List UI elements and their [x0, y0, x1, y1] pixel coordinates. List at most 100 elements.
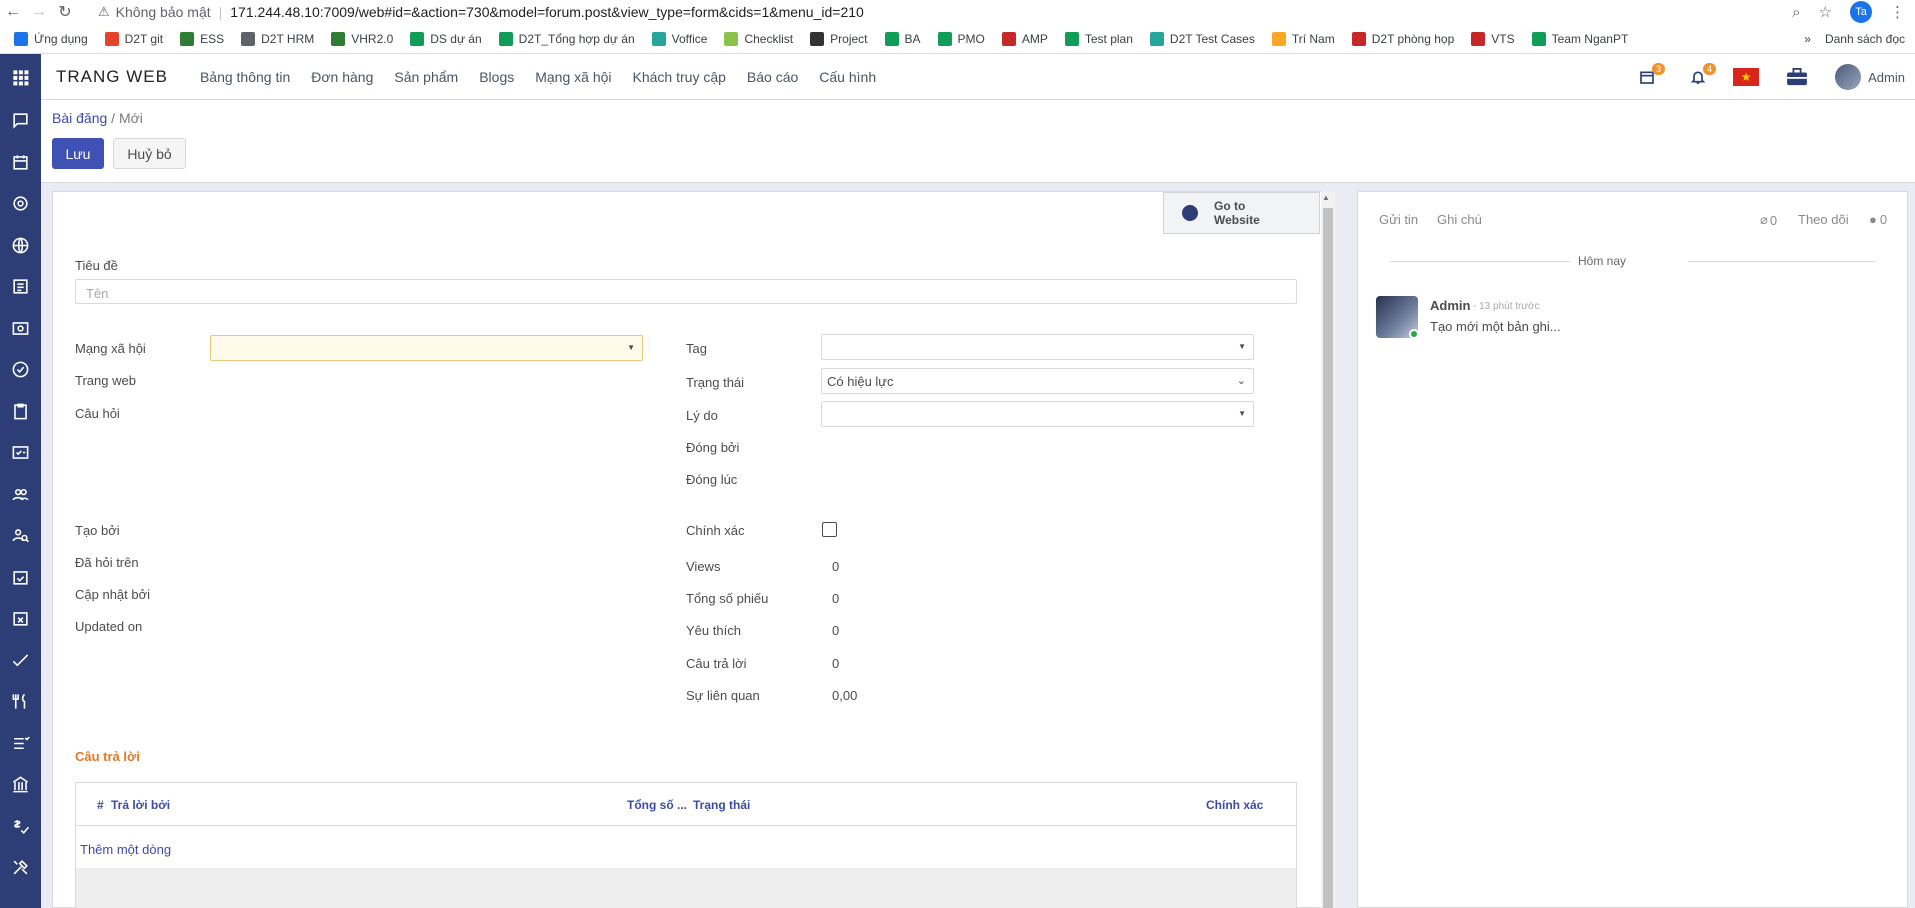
bookmark-item[interactable]: D2T phòng họp: [1351, 31, 1454, 46]
title-input[interactable]: Tên: [75, 279, 1297, 304]
settings-tools-icon[interactable]: [0, 847, 41, 889]
bookmark-item[interactable]: D2T_Tổng hợp dự án: [498, 31, 635, 46]
accurate-checkbox[interactable]: [822, 522, 837, 537]
menu-dashboard[interactable]: Bảng thông tin: [200, 69, 290, 85]
vietnam-flag-icon[interactable]: ★: [1733, 68, 1760, 86]
bookmark-item[interactable]: D2T git: [104, 31, 163, 46]
url-input[interactable]: 171.244.48.10:7009/web#id=&action=730&mo…: [230, 4, 864, 20]
blog-icon[interactable]: [0, 266, 41, 308]
briefcase-icon[interactable]: [1786, 68, 1808, 86]
column-answered-by[interactable]: Trả lời bởi: [111, 798, 170, 812]
log-note-button[interactable]: Ghi chú: [1437, 212, 1482, 227]
menu-orders[interactable]: Đơn hàng: [311, 69, 373, 85]
user-avatar[interactable]: [1835, 64, 1862, 90]
state-chevron-icon: ⌄: [1236, 375, 1246, 387]
menu-visitors[interactable]: Khách truy cập: [633, 69, 726, 85]
menu-blogs[interactable]: Blogs: [479, 69, 514, 85]
shield-icon: [180, 31, 195, 46]
recruitment-icon[interactable]: [0, 515, 41, 557]
apps-menu-icon[interactable]: [0, 54, 41, 100]
reading-list-button[interactable]: Danh sách đọc: [1825, 32, 1905, 46]
lunch-icon[interactable]: [0, 681, 41, 723]
attachments-button[interactable]: ⌀ 0: [1760, 212, 1777, 228]
column-state[interactable]: Trạng thái: [693, 798, 750, 812]
followers-button[interactable]: ● 0: [1869, 212, 1887, 227]
menu-products[interactable]: Sản phẩm: [394, 69, 458, 85]
column-total-votes[interactable]: Tổng số ...: [627, 798, 687, 812]
sales-icon[interactable]: [0, 308, 41, 350]
cancel-button[interactable]: Huỷ bỏ: [113, 138, 186, 169]
forward-icon[interactable]: →: [26, 3, 52, 21]
warning-icon[interactable]: ⚠: [98, 4, 110, 20]
profile-avatar[interactable]: Ta: [1850, 1, 1872, 23]
column-hash[interactable]: #: [97, 798, 104, 812]
bookmark-item[interactable]: DS dự án: [410, 31, 482, 46]
followers-count: 0: [1879, 212, 1888, 227]
browser-menu-icon[interactable]: ⋮: [1890, 3, 1905, 21]
save-button[interactable]: Lưu: [52, 138, 104, 169]
calendar-icon[interactable]: [0, 142, 41, 184]
invoicing-icon[interactable]: [0, 806, 41, 848]
approvals-icon[interactable]: [0, 640, 41, 682]
back-icon[interactable]: ←: [0, 3, 26, 21]
go-to-website-button[interactable]: Go to Website: [1163, 192, 1320, 234]
user-name[interactable]: Admin: [1868, 70, 1905, 85]
leave-icon[interactable]: [0, 598, 41, 640]
tag-select[interactable]: ▼: [821, 334, 1254, 360]
reason-select[interactable]: ▼: [821, 401, 1254, 427]
bookmark-item[interactable]: ESS: [180, 31, 224, 46]
email-marketing-icon[interactable]: [0, 183, 41, 225]
form-scrollbar-thumb[interactable]: [1323, 208, 1333, 908]
bookmark-item[interactable]: VTS: [1471, 31, 1515, 46]
app-brand[interactable]: TRANG WEB: [56, 67, 168, 87]
bookmark-item[interactable]: Voffice: [651, 31, 707, 46]
bookmark-label: VHR2.0: [351, 31, 394, 46]
bookmark-item[interactable]: AMP: [1001, 31, 1048, 46]
scroll-up-arrow-icon[interactable]: ▲: [1322, 193, 1330, 202]
views-value: 0: [832, 559, 840, 574]
message-author[interactable]: Admin: [1430, 298, 1470, 313]
star-icon[interactable]: ☆: [1819, 3, 1832, 21]
bookmark-item[interactable]: Checklist: [724, 31, 793, 46]
control-panel: Bài đăng / Mới Lưu Huỷ bỏ: [41, 100, 1915, 183]
follow-button[interactable]: Theo dõi: [1798, 212, 1849, 227]
discuss-icon[interactable]: [0, 100, 41, 142]
clipboard-icon[interactable]: [0, 391, 41, 433]
zoom-icon[interactable]: ⌕: [1792, 4, 1800, 21]
asked-on-label: Đã hỏi trên: [75, 555, 139, 570]
answers-table: # Trả lời bởi Tổng số ... Trạng thái Chí…: [75, 782, 1297, 908]
send-message-button[interactable]: Gửi tin: [1379, 212, 1418, 227]
add-line-link[interactable]: Thêm một dòng: [80, 842, 171, 857]
bookmark-item[interactable]: D2T Test Cases: [1149, 31, 1255, 46]
accounting-icon[interactable]: [0, 764, 41, 806]
bookmark-item[interactable]: Project: [810, 31, 868, 46]
website-icon[interactable]: [0, 225, 41, 267]
bookmark-item[interactable]: BA: [884, 31, 921, 46]
bookmark-item[interactable]: PMO: [937, 31, 985, 46]
social-network-select[interactable]: ▼: [210, 335, 643, 361]
bookmark-item[interactable]: Ứng dụng: [14, 31, 88, 46]
bookmarks-overflow-icon[interactable]: »: [1804, 32, 1811, 46]
bookmark-item[interactable]: D2T HRM: [241, 31, 314, 46]
tasks-icon[interactable]: [0, 349, 41, 391]
bookmark-item[interactable]: Trí Nam: [1271, 31, 1335, 46]
reload-icon[interactable]: ↻: [52, 2, 78, 22]
menu-configuration[interactable]: Cấu hình: [819, 69, 876, 85]
checklist-icon[interactable]: [0, 432, 41, 474]
bookmark-item[interactable]: Test plan: [1064, 31, 1133, 46]
breadcrumb-parent[interactable]: Bài đăng: [52, 110, 107, 126]
menu-social[interactable]: Mạng xã hội: [535, 69, 611, 85]
security-status[interactable]: Không bảo mật: [116, 4, 211, 20]
activity-button[interactable]: 3: [1639, 63, 1666, 85]
notification-badge: 4: [1703, 63, 1717, 75]
timeoff-icon[interactable]: [0, 557, 41, 599]
notification-button[interactable]: 4: [1690, 63, 1717, 85]
state-select[interactable]: Có hiệu lực ⌄: [821, 368, 1254, 394]
bookmark-item[interactable]: VHR2.0: [331, 31, 394, 46]
bookmark-item[interactable]: Team NganPT: [1531, 31, 1628, 46]
inventory-icon[interactable]: [0, 723, 41, 765]
gitlab-icon: [104, 31, 119, 46]
column-accurate[interactable]: Chính xác: [1206, 798, 1263, 812]
employees-icon[interactable]: [0, 474, 41, 516]
menu-reports[interactable]: Báo cáo: [747, 69, 798, 85]
